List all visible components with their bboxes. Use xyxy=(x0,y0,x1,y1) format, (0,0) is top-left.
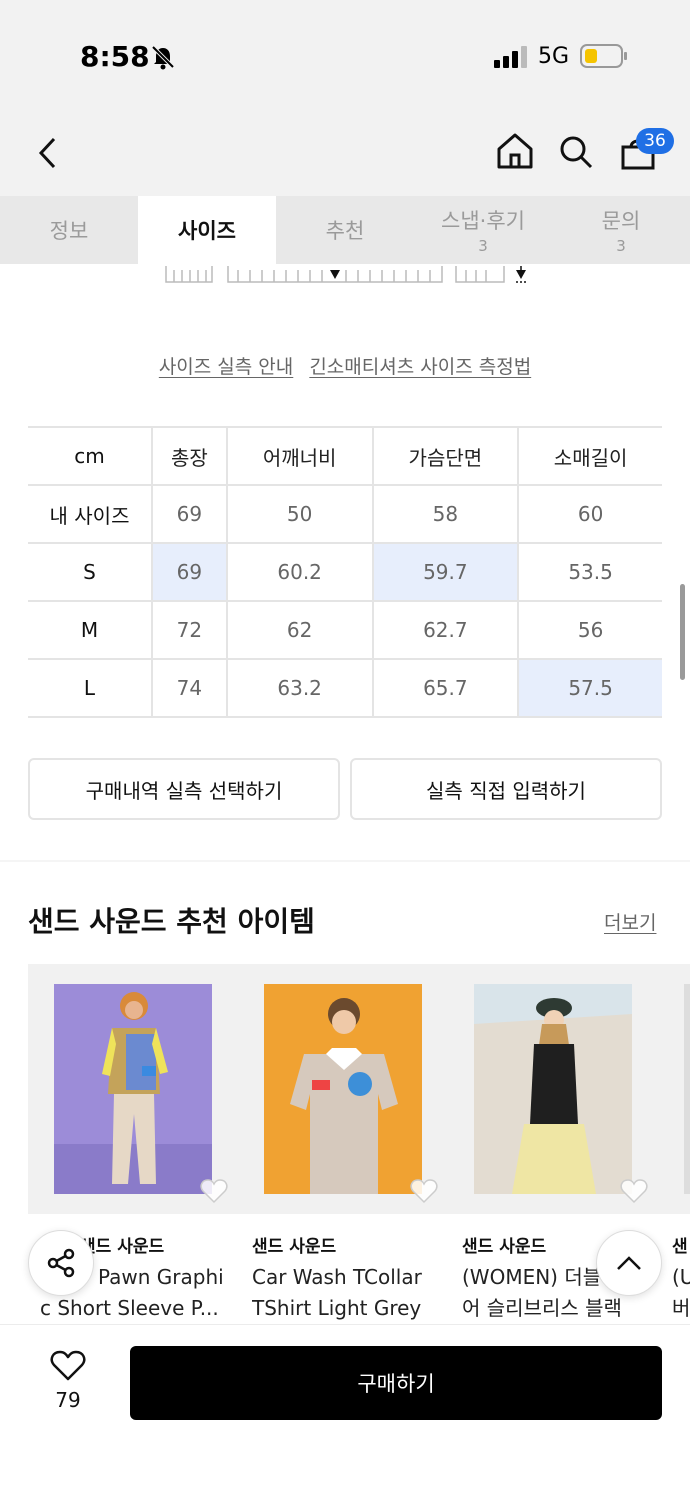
product-tabs: 정보 사이즈 추천 스냅·후기 3 문의 3 xyxy=(0,196,690,264)
table-row[interactable]: M 72 62 62.7 56 xyxy=(28,601,662,660)
table-header-cell: 소매길이 xyxy=(518,426,662,486)
table-row[interactable]: 내 사이즈 69 50 58 60 xyxy=(28,485,662,544)
product-name-line2[interactable]: 버 xyxy=(672,1293,690,1324)
row-label: S xyxy=(28,543,153,602)
tab-label: 사이즈 xyxy=(178,219,236,243)
nav-bar xyxy=(0,110,690,196)
battery-icon xyxy=(580,44,627,68)
tab-label: 추천 xyxy=(325,219,365,243)
table-cell: 50 xyxy=(226,485,374,544)
recommend-title: 샌드 사운드 추천 아이템 xyxy=(28,905,315,938)
back-icon[interactable] xyxy=(36,136,60,170)
product-name-line2[interactable]: TShirt Light Grey xyxy=(252,1293,452,1324)
tab-info[interactable]: 정보 xyxy=(0,196,138,264)
table-cell: 53.5 xyxy=(518,543,662,602)
tab-label: 정보 xyxy=(49,219,89,243)
status-time: 8:58 xyxy=(80,40,150,73)
tab-recommend[interactable]: 추천 xyxy=(276,196,414,264)
product-brand: 샌드 사운드 xyxy=(462,1237,547,1257)
tab-label: 문의 xyxy=(601,209,641,233)
table-cell: 60 xyxy=(518,485,662,544)
network-label: 5G xyxy=(538,44,570,69)
status-bar: 8:58 5G xyxy=(0,0,690,110)
more-link[interactable]: 더보기 xyxy=(604,908,656,935)
table-cell-highlighted: 57.5 xyxy=(518,659,662,718)
table-header-cell: 어깨너비 xyxy=(226,426,374,486)
product-image[interactable] xyxy=(264,984,422,1194)
size-guide-links: 사이즈 실측 안내 긴소매티셔츠 사이즈 측정법 xyxy=(0,352,690,379)
product-image[interactable] xyxy=(54,984,212,1194)
tab-size[interactable]: 사이즈 xyxy=(138,196,276,264)
home-icon[interactable] xyxy=(496,132,534,170)
table-cell: 58 xyxy=(372,485,520,544)
share-button[interactable] xyxy=(28,1230,94,1296)
table-unit-cell: cm xyxy=(28,426,153,486)
cart-count-badge: 36 xyxy=(636,128,674,154)
search-icon[interactable] xyxy=(558,134,594,170)
table-row[interactable]: S 69 60.2 59.7 53.5 xyxy=(28,543,662,602)
tab-inquiry[interactable]: 문의 3 xyxy=(552,196,690,264)
tab-label: 스냅·후기 xyxy=(441,209,525,233)
tab-snap-review[interactable]: 스냅·후기 3 xyxy=(414,196,552,264)
chevron-up-icon xyxy=(617,1256,641,1270)
product-name-line1[interactable]: (U xyxy=(672,1262,690,1293)
row-label: 내 사이즈 xyxy=(28,485,153,544)
product-name-line1[interactable]: Pawn Graphi xyxy=(98,1262,228,1293)
table-cell: 72 xyxy=(152,601,228,660)
tab-count: 3 xyxy=(478,237,488,255)
table-cell-highlighted: 59.7 xyxy=(372,543,520,602)
size-table: cm 총장 어깨너비 가슴단면 소매길이 내 사이즈 69 50 58 60 S… xyxy=(28,426,662,718)
table-cell: 60.2 xyxy=(226,543,374,602)
direct-measure-input-button[interactable]: 실측 직접 입력하기 xyxy=(350,758,662,820)
table-cell: 65.7 xyxy=(372,659,520,718)
table-row[interactable]: L 74 63.2 65.7 57.5 xyxy=(28,659,662,718)
table-header-row: cm 총장 어깨너비 가슴단면 소매길이 xyxy=(28,426,662,486)
product-image[interactable] xyxy=(684,984,690,1194)
scrollbar[interactable] xyxy=(680,584,685,680)
bell-off-icon xyxy=(151,45,175,70)
product-name-line2[interactable]: c Short Sleeve P... xyxy=(40,1293,230,1324)
product-image[interactable] xyxy=(474,984,632,1194)
table-cell: 56 xyxy=(518,601,662,660)
table-cell: 69 xyxy=(152,485,228,544)
table-header-cell: 가슴단면 xyxy=(372,426,520,486)
size-ruler-graphic xyxy=(165,266,526,283)
like-heart-icon[interactable] xyxy=(50,1350,86,1382)
product-brand: 샌드 사운드 xyxy=(252,1237,337,1257)
table-cell: 74 xyxy=(152,659,228,718)
table-cell: 63.2 xyxy=(226,659,374,718)
tab-count: 3 xyxy=(616,237,626,255)
signal-icon xyxy=(494,46,527,68)
table-cell: 62.7 xyxy=(372,601,520,660)
table-cell-highlighted: 69 xyxy=(152,543,228,602)
table-cell: 62 xyxy=(226,601,374,660)
product-brand: 샌 xyxy=(672,1237,688,1257)
table-header-cell: 총장 xyxy=(152,426,228,486)
like-count: 79 xyxy=(55,1388,81,1412)
product-name-line1[interactable]: Car Wash TCollar xyxy=(252,1262,452,1293)
row-label: M xyxy=(28,601,153,660)
share-icon xyxy=(47,1248,75,1278)
heart-icon[interactable] xyxy=(620,1178,648,1204)
measure-method-link[interactable]: 긴소매티셔츠 사이즈 측정법 xyxy=(309,356,531,378)
purchase-history-measure-button[interactable]: 구매내역 실측 선택하기 xyxy=(28,758,340,820)
size-guide-link[interactable]: 사이즈 실측 안내 xyxy=(159,356,293,378)
heart-icon[interactable] xyxy=(410,1178,438,1204)
scroll-top-button[interactable] xyxy=(596,1230,662,1296)
buy-button[interactable]: 구매하기 xyxy=(130,1346,662,1420)
product-name-line2[interactable]: 어 슬리브리스 블랙 xyxy=(462,1293,638,1324)
heart-icon[interactable] xyxy=(200,1178,228,1204)
row-label: L xyxy=(28,659,153,718)
